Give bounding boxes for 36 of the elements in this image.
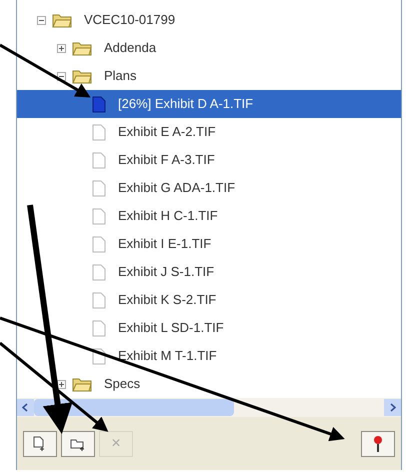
collapse-icon[interactable] xyxy=(37,16,46,24)
folder-icon xyxy=(72,68,92,84)
add-folder-button[interactable] xyxy=(61,431,95,457)
document-icon xyxy=(92,320,106,336)
document-icon xyxy=(92,236,106,252)
folder-item[interactable]: Plans xyxy=(17,62,401,90)
folder-icon xyxy=(72,376,92,392)
horizontal-scrollbar[interactable] xyxy=(17,398,401,417)
file-item[interactable]: Exhibit I E-1.TIF xyxy=(17,230,401,258)
file-item[interactable]: Exhibit H C-1.TIF xyxy=(17,202,401,230)
document-icon xyxy=(92,180,106,196)
add-file-button[interactable] xyxy=(23,431,57,457)
expand-icon[interactable] xyxy=(57,44,66,52)
file-item[interactable]: Exhibit L SD-1.TIF xyxy=(17,314,401,342)
folder-item[interactable]: Addenda xyxy=(17,34,401,62)
document-icon xyxy=(92,292,106,308)
folder-item[interactable]: Specs xyxy=(17,370,401,398)
scroll-left-icon[interactable] xyxy=(17,399,34,416)
file-item[interactable]: Exhibit F A-3.TIF xyxy=(17,146,401,174)
file-item[interactable]: Exhibit E A-2.TIF xyxy=(17,118,401,146)
folder-icon xyxy=(72,40,92,56)
document-icon xyxy=(92,152,106,168)
document-icon xyxy=(92,264,106,280)
file-item[interactable]: Exhibit G ADA-1.TIF xyxy=(17,174,401,202)
folder-icon xyxy=(52,12,72,28)
file-item[interactable]: Exhibit M T-1.TIF xyxy=(17,342,401,370)
document-icon xyxy=(92,208,106,224)
document-icon xyxy=(92,96,106,112)
file-item[interactable]: [26%] Exhibit D A-1.TIF xyxy=(17,90,401,118)
scroll-right-icon[interactable] xyxy=(384,399,401,416)
file-item[interactable]: Exhibit J S-1.TIF xyxy=(17,258,401,286)
pin-button[interactable] xyxy=(361,431,395,457)
document-icon xyxy=(92,124,106,140)
file-item[interactable]: Exhibit K S-2.TIF xyxy=(17,286,401,314)
folder-item[interactable]: VCEC10-01799 xyxy=(17,6,401,34)
expand-icon[interactable] xyxy=(57,380,66,388)
